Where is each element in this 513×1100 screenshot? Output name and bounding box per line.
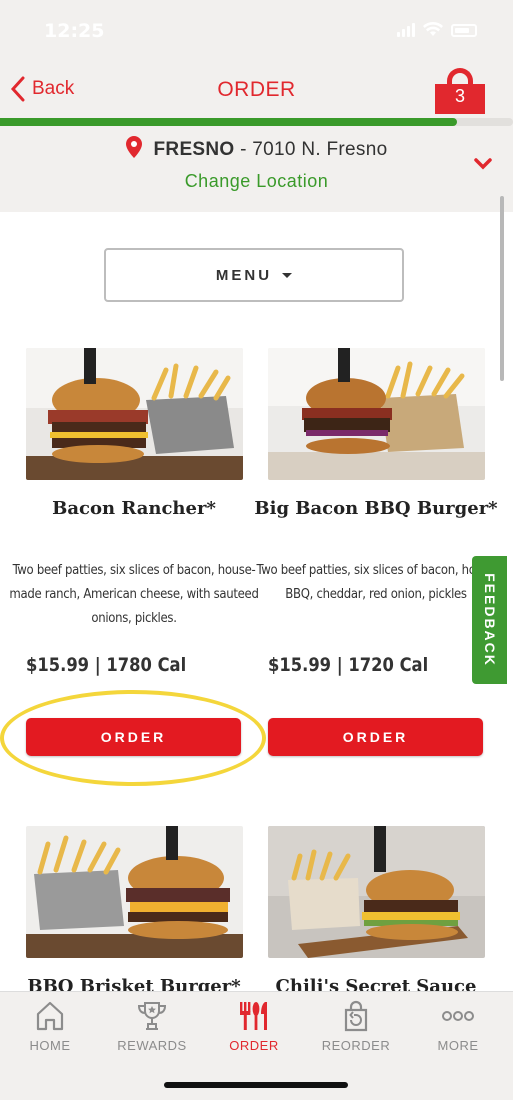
- home-indicator: [164, 1082, 348, 1088]
- battery-icon: [451, 24, 477, 37]
- menu-label: MENU: [215, 266, 273, 284]
- product-image-bbq-brisket[interactable]: [26, 826, 243, 958]
- tab-more[interactable]: MORE: [408, 1000, 508, 1053]
- product-description: Two beef patties, six slices of bacon, h…: [9, 563, 259, 626]
- product-price: $15.99 | 1780 Cal: [26, 654, 187, 676]
- product-image-secret-sauce[interactable]: [268, 826, 485, 958]
- location-address: - 7010 N. Fresno: [234, 139, 388, 160]
- status-bar: 12:25: [0, 0, 513, 64]
- caret-down-icon: [282, 272, 293, 278]
- product-name: Bacon Rancher*: [52, 498, 216, 519]
- product-name: Big Bacon BBQ Burger*: [254, 498, 498, 519]
- home-icon: [36, 1001, 64, 1031]
- tab-rewards[interactable]: REWARDS: [102, 1000, 202, 1053]
- product-price: $15.99 | 1720 Cal: [268, 654, 429, 676]
- product-image-big-bacon-bbq[interactable]: [268, 348, 485, 480]
- scrollbar[interactable]: [500, 196, 504, 381]
- more-dots-icon: [442, 1011, 474, 1021]
- tab-reorder[interactable]: REORDER: [306, 1000, 406, 1053]
- cart-button[interactable]: 3: [435, 68, 485, 114]
- feedback-tab[interactable]: FEEDBACK: [472, 556, 507, 684]
- wifi-icon: [423, 22, 443, 36]
- trophy-icon: [137, 1002, 167, 1030]
- status-icons: [397, 22, 477, 37]
- product-description: Two beef patties, six slices of bacon, h…: [256, 563, 496, 602]
- menu-dropdown-button[interactable]: MENU: [104, 248, 404, 302]
- location-pin-icon: [125, 136, 142, 158]
- tab-order[interactable]: ORDER: [204, 1000, 304, 1053]
- product-image-bacon-rancher[interactable]: [26, 348, 243, 480]
- feedback-label: FEEDBACK: [481, 573, 498, 667]
- order-button[interactable]: ORDER: [26, 718, 241, 756]
- reorder-bag-icon: [344, 1000, 368, 1032]
- status-time: 12:25: [44, 20, 105, 42]
- location-city: FRESNO: [153, 139, 235, 160]
- signal-icon: [397, 23, 415, 37]
- location-section: FRESNO - 7010 N. Fresno Change Location: [0, 136, 513, 192]
- order-progress-bar: [0, 118, 513, 126]
- utensils-icon: [240, 1002, 267, 1030]
- change-location-link[interactable]: Change Location: [0, 171, 513, 192]
- order-button[interactable]: ORDER: [268, 718, 483, 756]
- chevron-down-icon[interactable]: [474, 158, 492, 170]
- tab-home[interactable]: HOME: [0, 1000, 100, 1053]
- cart-count: 3: [454, 86, 465, 106]
